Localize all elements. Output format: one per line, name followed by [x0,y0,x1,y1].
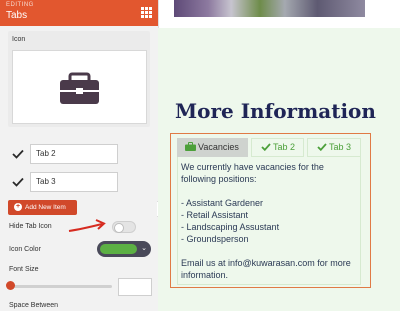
check-icon [317,143,327,152]
briefcase-icon [60,72,99,104]
toggle-knob [114,223,124,233]
space-between-label: Space Between [9,302,59,309]
hide-tab-icon-toggle[interactable] [112,221,136,233]
tab-row-3: Tab 3 [8,172,150,192]
add-new-item-button[interactable]: + Add New Item [8,200,77,215]
content-line: information. [181,270,229,280]
check-icon [261,143,271,152]
hide-tab-icon-label: Hide Tab Icon [9,223,52,230]
icon-section-label: Icon [12,36,26,43]
tab-vacancies[interactable]: Vacancies [177,138,248,157]
hero-image [174,0,365,17]
font-size-label: Font Size [9,266,39,273]
plus-icon: + [14,203,22,212]
content-line: Email us at info@kuwarasan.com for more [181,258,351,268]
content-line: following positions: [181,174,257,184]
icon-picker[interactable] [12,50,147,124]
content-line: - Groundsperson [181,234,249,244]
font-size-input[interactable] [118,278,152,296]
color-swatch [100,244,137,254]
panel-header: EDITING Tabs [0,0,158,26]
add-new-item-label: Add New Item [25,204,66,211]
tab-row-2: Tab 2 [8,144,150,164]
chevron-down-icon: ⌄ [141,245,147,252]
check-icon[interactable] [8,172,28,192]
font-size-slider-thumb[interactable] [6,281,15,290]
content-line: We currently have vacancies for the [181,162,324,172]
check-icon[interactable] [8,144,28,164]
tab-label: Tab 2 [273,142,296,152]
tab-label: Vacancies [198,142,239,152]
tab-label: Tab 3 [329,142,352,152]
icon-section: Icon [8,31,150,127]
tab-2[interactable]: Tab 2 [251,138,304,157]
tab-3[interactable]: Tab 3 [307,138,361,157]
icon-color-label: Icon Color [9,246,41,253]
tab-label-input[interactable]: Tab 3 [30,172,118,192]
icon-color-picker[interactable]: ⌄ [97,241,151,257]
editing-label: EDITING [6,2,34,8]
font-size-slider-track[interactable] [9,285,112,288]
tab-label-input[interactable]: Tab 2 [30,144,118,164]
section-heading: More Information [175,99,376,123]
annotation-arrow-icon [68,219,106,232]
briefcase-icon [185,142,196,151]
panel-title: Tabs [6,10,28,21]
content-line: - Landscaping Assustant [181,222,280,232]
grid-menu-icon[interactable] [141,7,152,18]
content-line: - Assistant Gardener [181,198,264,208]
content-line: - Retail Assistant [181,210,249,220]
